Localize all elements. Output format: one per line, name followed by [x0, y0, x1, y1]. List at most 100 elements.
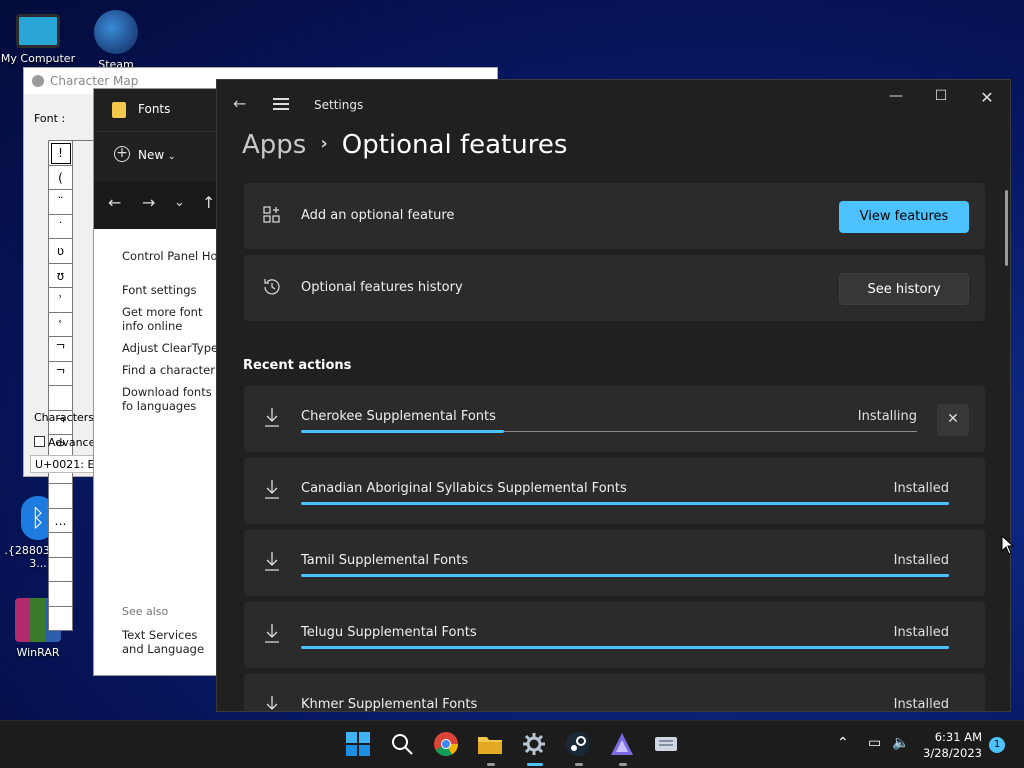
back-arrow-icon[interactable]: ← [108, 193, 121, 212]
link-control-panel-home[interactable]: Control Panel Hor [122, 249, 222, 263]
plus-icon[interactable]: + [114, 146, 130, 162]
link-download-fonts[interactable]: Download fonts fo languages [122, 385, 222, 413]
charmap-font-label: Font : [34, 112, 66, 125]
system-clock[interactable]: 6:31 AM 3/28/2023 [923, 729, 982, 761]
settings-window[interactable]: ← Settings — ☐ ✕ Apps › Optional features … [216, 79, 1011, 712]
settings-taskbar-button[interactable] [521, 731, 549, 766]
active-indicator [527, 763, 543, 766]
view-features-button[interactable]: View features [839, 201, 969, 233]
action-name: Cherokee Supplemental Fonts [301, 409, 496, 424]
action-status: Installed [893, 553, 949, 568]
fonts-titlebar[interactable]: Fonts [94, 89, 222, 131]
add-apps-icon [263, 206, 280, 223]
maximize-icon[interactable]: ☐ [926, 88, 956, 104]
hamburger-menu-icon[interactable] [273, 98, 289, 113]
char-cell[interactable]: ᄀ [49, 361, 73, 386]
char-cell[interactable]: ᄀ [49, 337, 73, 362]
char-cell[interactable]: ( [49, 165, 73, 190]
folder-icon [112, 102, 126, 118]
advanced-view-label: Advance [48, 436, 96, 449]
desktop-icon-label: WinRAR [16, 646, 60, 659]
see-also-heading: See also [122, 605, 169, 618]
link-text-services[interactable]: Text Services and Language [122, 628, 222, 656]
char-cell[interactable]: ! [49, 141, 73, 166]
volume-icon[interactable]: 🔈 [892, 735, 909, 751]
desktop-icon-label: My Computer [0, 52, 76, 65]
running-indicator [575, 763, 583, 766]
settings-scrollbar[interactable] [1005, 190, 1008, 266]
new-button[interactable]: New ⌄ [138, 148, 176, 162]
minimize-icon[interactable]: — [881, 88, 911, 104]
up-arrow-icon[interactable]: ↑ [202, 193, 215, 212]
app-taskbar-button[interactable] [609, 731, 637, 766]
action-name: Khmer Supplemental Fonts [301, 697, 478, 712]
char-cell[interactable]: ¨ [49, 190, 73, 215]
char-cell[interactable] [49, 533, 73, 558]
desktop-icon-steam[interactable]: Steam [78, 10, 154, 71]
fonts-window[interactable]: Fonts + New ⌄ ← → ⌄ ↑ Control Panel Hor … [93, 88, 223, 676]
checkbox-box[interactable] [34, 436, 45, 447]
char-cell[interactable]: ᅟ [49, 386, 73, 411]
chevron-down-icon[interactable]: ⌄ [174, 195, 185, 210]
gear-icon [523, 733, 545, 755]
link-font-settings[interactable]: Font settings [122, 283, 222, 297]
char-cell[interactable]: ʊ [49, 263, 73, 288]
recent-action-item: Khmer Supplemental Fonts Installed [244, 674, 985, 712]
history-label: Optional features history [301, 280, 463, 295]
link-get-more-font-info[interactable]: Get more font info online [122, 305, 222, 333]
character-map-icon [655, 737, 677, 751]
clock-time: 6:31 AM [934, 730, 982, 744]
running-indicator [487, 763, 495, 766]
back-arrow-icon[interactable]: ← [233, 94, 246, 113]
breadcrumb-apps[interactable]: Apps [242, 130, 306, 160]
char-cell[interactable]: ʋ [49, 239, 73, 264]
steam-icon [566, 732, 590, 756]
link-find-character[interactable]: Find a character [122, 363, 222, 377]
triangle-app-icon [611, 733, 633, 755]
history-icon [264, 279, 280, 295]
network-icon[interactable]: ▭ [868, 735, 881, 751]
steam-taskbar-button[interactable] [565, 731, 593, 766]
cancel-install-button[interactable]: ✕ [937, 404, 969, 436]
recent-action-item: Cherokee Supplemental Fonts Installing ✕ [244, 386, 985, 452]
character-map-taskbar-button[interactable] [653, 731, 681, 759]
char-cell[interactable]: ʿ [49, 312, 73, 337]
download-icon [265, 408, 279, 427]
action-status: Installing [857, 409, 917, 424]
char-cell[interactable] [49, 582, 73, 607]
progress-fill [301, 430, 504, 433]
settings-titlebar[interactable]: ← Settings — ☐ ✕ [217, 80, 1010, 130]
notification-badge[interactable]: 1 [989, 737, 1005, 753]
link-adjust-cleartype[interactable]: Adjust ClearType t [122, 341, 222, 355]
char-cell[interactable] [49, 557, 73, 582]
recent-action-item: Canadian Aboriginal Syllabics Supplement… [244, 458, 985, 524]
chevron-up-icon[interactable]: ⌃ [837, 735, 849, 751]
advanced-view-checkbox[interactable]: Advance [34, 436, 95, 449]
char-cell[interactable]: ʾ [49, 288, 73, 313]
progress-fill [301, 646, 949, 649]
chrome-button[interactable] [433, 731, 461, 759]
action-name: Tamil Supplemental Fonts [301, 553, 469, 568]
mouse-cursor-icon [1001, 535, 1015, 555]
char-cell[interactable] [49, 484, 73, 509]
start-button[interactable] [345, 731, 373, 759]
windows-logo-icon [346, 732, 370, 756]
char-cell[interactable]: … [49, 508, 73, 533]
charmap-grid[interactable]: ! ( ¨ ˙ ʋ ʊ ʾ ʿ ᄀ ᄀ ᅟ ᄀ ᄋ ᄋ … [48, 140, 96, 631]
chars-to-copy-label: Characters t [34, 411, 102, 424]
forward-arrow-icon[interactable]: → [142, 193, 155, 212]
see-history-button[interactable]: See history [839, 273, 969, 305]
steam-icon [94, 10, 138, 54]
fonts-task-links: Control Panel Hor Font settings Get more… [122, 249, 222, 421]
desktop-icon-my-computer[interactable]: My Computer [0, 10, 76, 65]
action-name: Canadian Aboriginal Syllabics Supplement… [301, 481, 627, 496]
download-icon [265, 480, 279, 499]
char-cell[interactable] [49, 606, 73, 631]
add-feature-card: Add an optional feature View features [244, 183, 985, 249]
fonts-command-bar: + New ⌄ [94, 131, 222, 181]
char-cell[interactable]: ˙ [49, 214, 73, 239]
breadcrumb: Apps › Optional features [242, 130, 567, 160]
file-explorer-button[interactable] [477, 731, 505, 766]
close-icon[interactable]: ✕ [972, 88, 1002, 107]
search-button[interactable] [389, 731, 417, 759]
